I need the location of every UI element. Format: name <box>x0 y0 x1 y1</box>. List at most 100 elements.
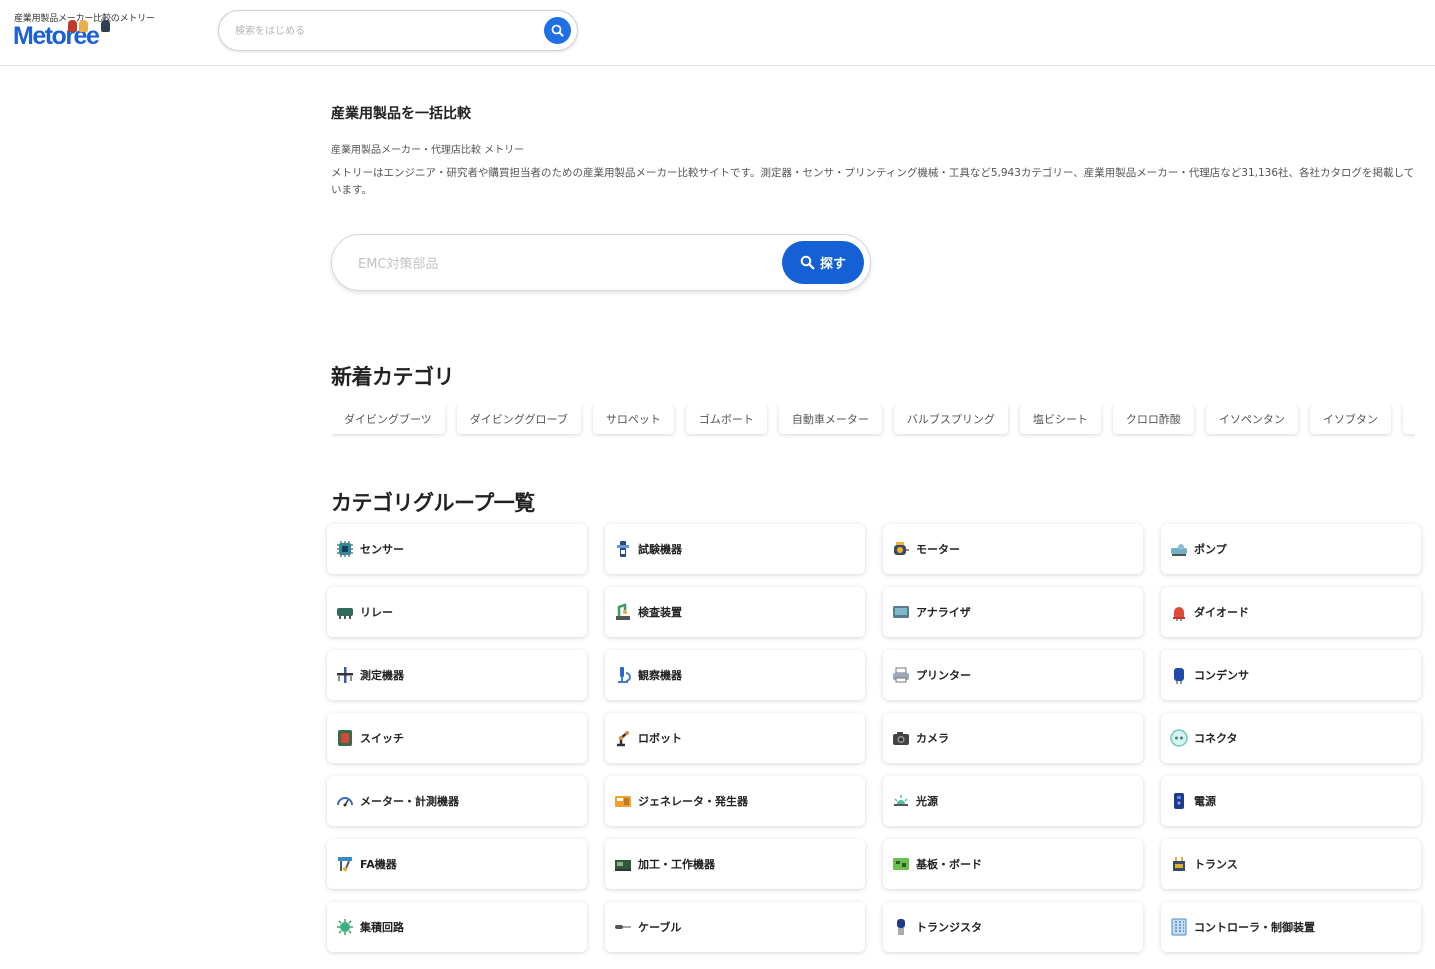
category-card[interactable]: 電源 <box>1161 776 1421 826</box>
category-card-label: ポンプ <box>1194 543 1227 556</box>
category-card-label: プリンター <box>916 669 971 682</box>
new-category-chip[interactable]: ダイビングブーツ <box>331 404 445 434</box>
search-icon <box>551 24 564 37</box>
category-card-label: コネクタ <box>1194 732 1238 745</box>
new-categories-carousel: ダイビングブーツ ダイビンググローブ サロペット ゴムボート 自動車メーター バルブスプリ… <box>331 404 1415 438</box>
motor-icon <box>894 542 909 555</box>
logo-figure-2 <box>79 20 88 32</box>
transistor-icon <box>897 919 905 935</box>
category-card-label: 試験機器 <box>638 543 682 556</box>
search-icon <box>800 255 815 270</box>
main-search-button[interactable]: 探す <box>782 241 864 284</box>
new-category-chip[interactable]: 塩ビシート <box>1019 404 1101 434</box>
gauge-icon <box>337 797 353 807</box>
category-groups-title: カテゴリグループ一覧 <box>331 491 535 515</box>
category-card-label: 光源 <box>916 795 938 808</box>
category-card[interactable]: 試験機器 <box>605 524 865 574</box>
new-category-chip[interactable]: ゴムボート <box>685 404 767 434</box>
category-card[interactable]: センサー <box>327 524 587 574</box>
generator-icon <box>615 796 631 807</box>
category-card[interactable]: リレー <box>327 587 587 637</box>
category-card-label: カメラ <box>916 732 949 745</box>
category-card[interactable]: メーター・計測機器 <box>327 776 587 826</box>
category-card[interactable]: 測定機器 <box>327 650 587 700</box>
category-card-label: スイッチ <box>360 732 404 745</box>
new-category-chip[interactable]: 自動車メーター <box>778 404 882 434</box>
capacitor-icon <box>1174 668 1184 684</box>
category-card[interactable]: カメラ <box>883 713 1143 763</box>
category-card[interactable]: 基板・ボード <box>883 839 1143 889</box>
microscope-icon <box>618 667 631 683</box>
category-card-label: 電源 <box>1194 795 1216 808</box>
category-card[interactable]: アナライザ <box>883 587 1143 637</box>
new-category-chip[interactable] <box>1402 404 1415 434</box>
new-category-chip[interactable]: イソブタン <box>1309 404 1391 434</box>
connector-icon <box>1170 729 1188 747</box>
category-card[interactable]: ジェネレータ・発生器 <box>605 776 865 826</box>
metoree-logo[interactable]: Metoree <box>13 20 125 50</box>
category-card-label: アナライザ <box>916 606 971 619</box>
category-card-label: 加工・工作機器 <box>638 858 715 871</box>
main-search: 探す <box>331 234 871 291</box>
category-card[interactable]: 検査装置 <box>605 587 865 637</box>
pump-icon <box>1171 544 1187 556</box>
category-card[interactable]: コネクタ <box>1161 713 1421 763</box>
integrated-circuit-icon <box>337 919 353 935</box>
header-search-button[interactable] <box>544 17 571 44</box>
new-category-chip[interactable]: サロペット <box>592 404 674 434</box>
category-card[interactable]: コンデンサ <box>1161 650 1421 700</box>
category-card-label: 測定機器 <box>360 669 404 682</box>
category-card-label: 集積回路 <box>360 921 404 934</box>
category-card-label: トランス <box>1194 858 1238 871</box>
category-card-label: リレー <box>360 606 393 619</box>
logo-figure-1 <box>68 20 77 32</box>
category-card[interactable]: 加工・工作機器 <box>605 839 865 889</box>
category-card[interactable]: FA機器 <box>327 839 587 889</box>
light-source-icon <box>894 795 908 806</box>
category-card-label: 検査装置 <box>638 606 682 619</box>
category-card[interactable]: 光源 <box>883 776 1143 826</box>
category-card[interactable]: ロボット <box>605 713 865 763</box>
measuring-icon <box>337 667 353 683</box>
power-supply-icon <box>1174 793 1184 809</box>
camera-icon <box>893 732 909 745</box>
category-card[interactable]: モーター <box>883 524 1143 574</box>
category-card[interactable]: 観察機器 <box>605 650 865 700</box>
category-card[interactable]: プリンター <box>883 650 1143 700</box>
new-category-chip[interactable]: クロロ酢酸 <box>1112 404 1194 434</box>
category-card-label: コンデンサ <box>1194 669 1249 682</box>
category-card-label: ロボット <box>638 732 682 745</box>
new-category-chip[interactable]: イソペンタン <box>1205 404 1298 434</box>
main-search-input[interactable] <box>358 253 778 275</box>
category-card[interactable]: トランジスタ <box>883 902 1143 952</box>
switch-icon <box>338 730 352 746</box>
new-category-chip[interactable]: バルブスプリング <box>893 404 1008 434</box>
category-card-label: ダイオード <box>1194 606 1249 619</box>
category-groups-grid: センサー 試験機器 モーター ポンプリレー 検査装置 アナライザ ダイオード測定機器 観察機器… <box>327 524 1421 952</box>
diode-icon <box>1173 607 1185 621</box>
printer-icon <box>893 667 909 683</box>
robot-arm-icon <box>617 731 629 747</box>
relay-icon <box>337 608 353 619</box>
header-search-input[interactable] <box>235 21 535 41</box>
category-card-label: ケーブル <box>638 921 682 934</box>
cable-icon <box>615 925 631 929</box>
new-category-chip[interactable]: ダイビンググローブ <box>456 404 581 434</box>
category-card[interactable]: コントローラ・制御装置 <box>1161 902 1421 952</box>
new-categories-list: ダイビングブーツ ダイビンググローブ サロペット ゴムボート 自動車メーター バルブスプリ… <box>331 404 1415 434</box>
category-card[interactable]: 集積回路 <box>327 902 587 952</box>
header-search <box>218 10 578 51</box>
category-card[interactable]: ダイオード <box>1161 587 1421 637</box>
category-card-label: FA機器 <box>360 858 397 871</box>
category-card[interactable]: スイッチ <box>327 713 587 763</box>
analyzer-icon <box>893 606 909 618</box>
category-card[interactable]: ケーブル <box>605 902 865 952</box>
intro-title: 産業用製品を一括比較 <box>331 106 471 122</box>
circuit-board-icon <box>893 858 909 870</box>
intro-description: メトリーはエンジニア・研究者や購買担当者のための産業用製品メーカー比較サイトです… <box>331 167 1415 196</box>
main-search-button-label: 探す <box>819 256 846 271</box>
site-header: 産業用製品メーカー比較のメトリー Metoree <box>0 0 1435 66</box>
category-card[interactable]: トランス <box>1161 839 1421 889</box>
machine-tool-icon <box>615 860 631 871</box>
category-card[interactable]: ポンプ <box>1161 524 1421 574</box>
